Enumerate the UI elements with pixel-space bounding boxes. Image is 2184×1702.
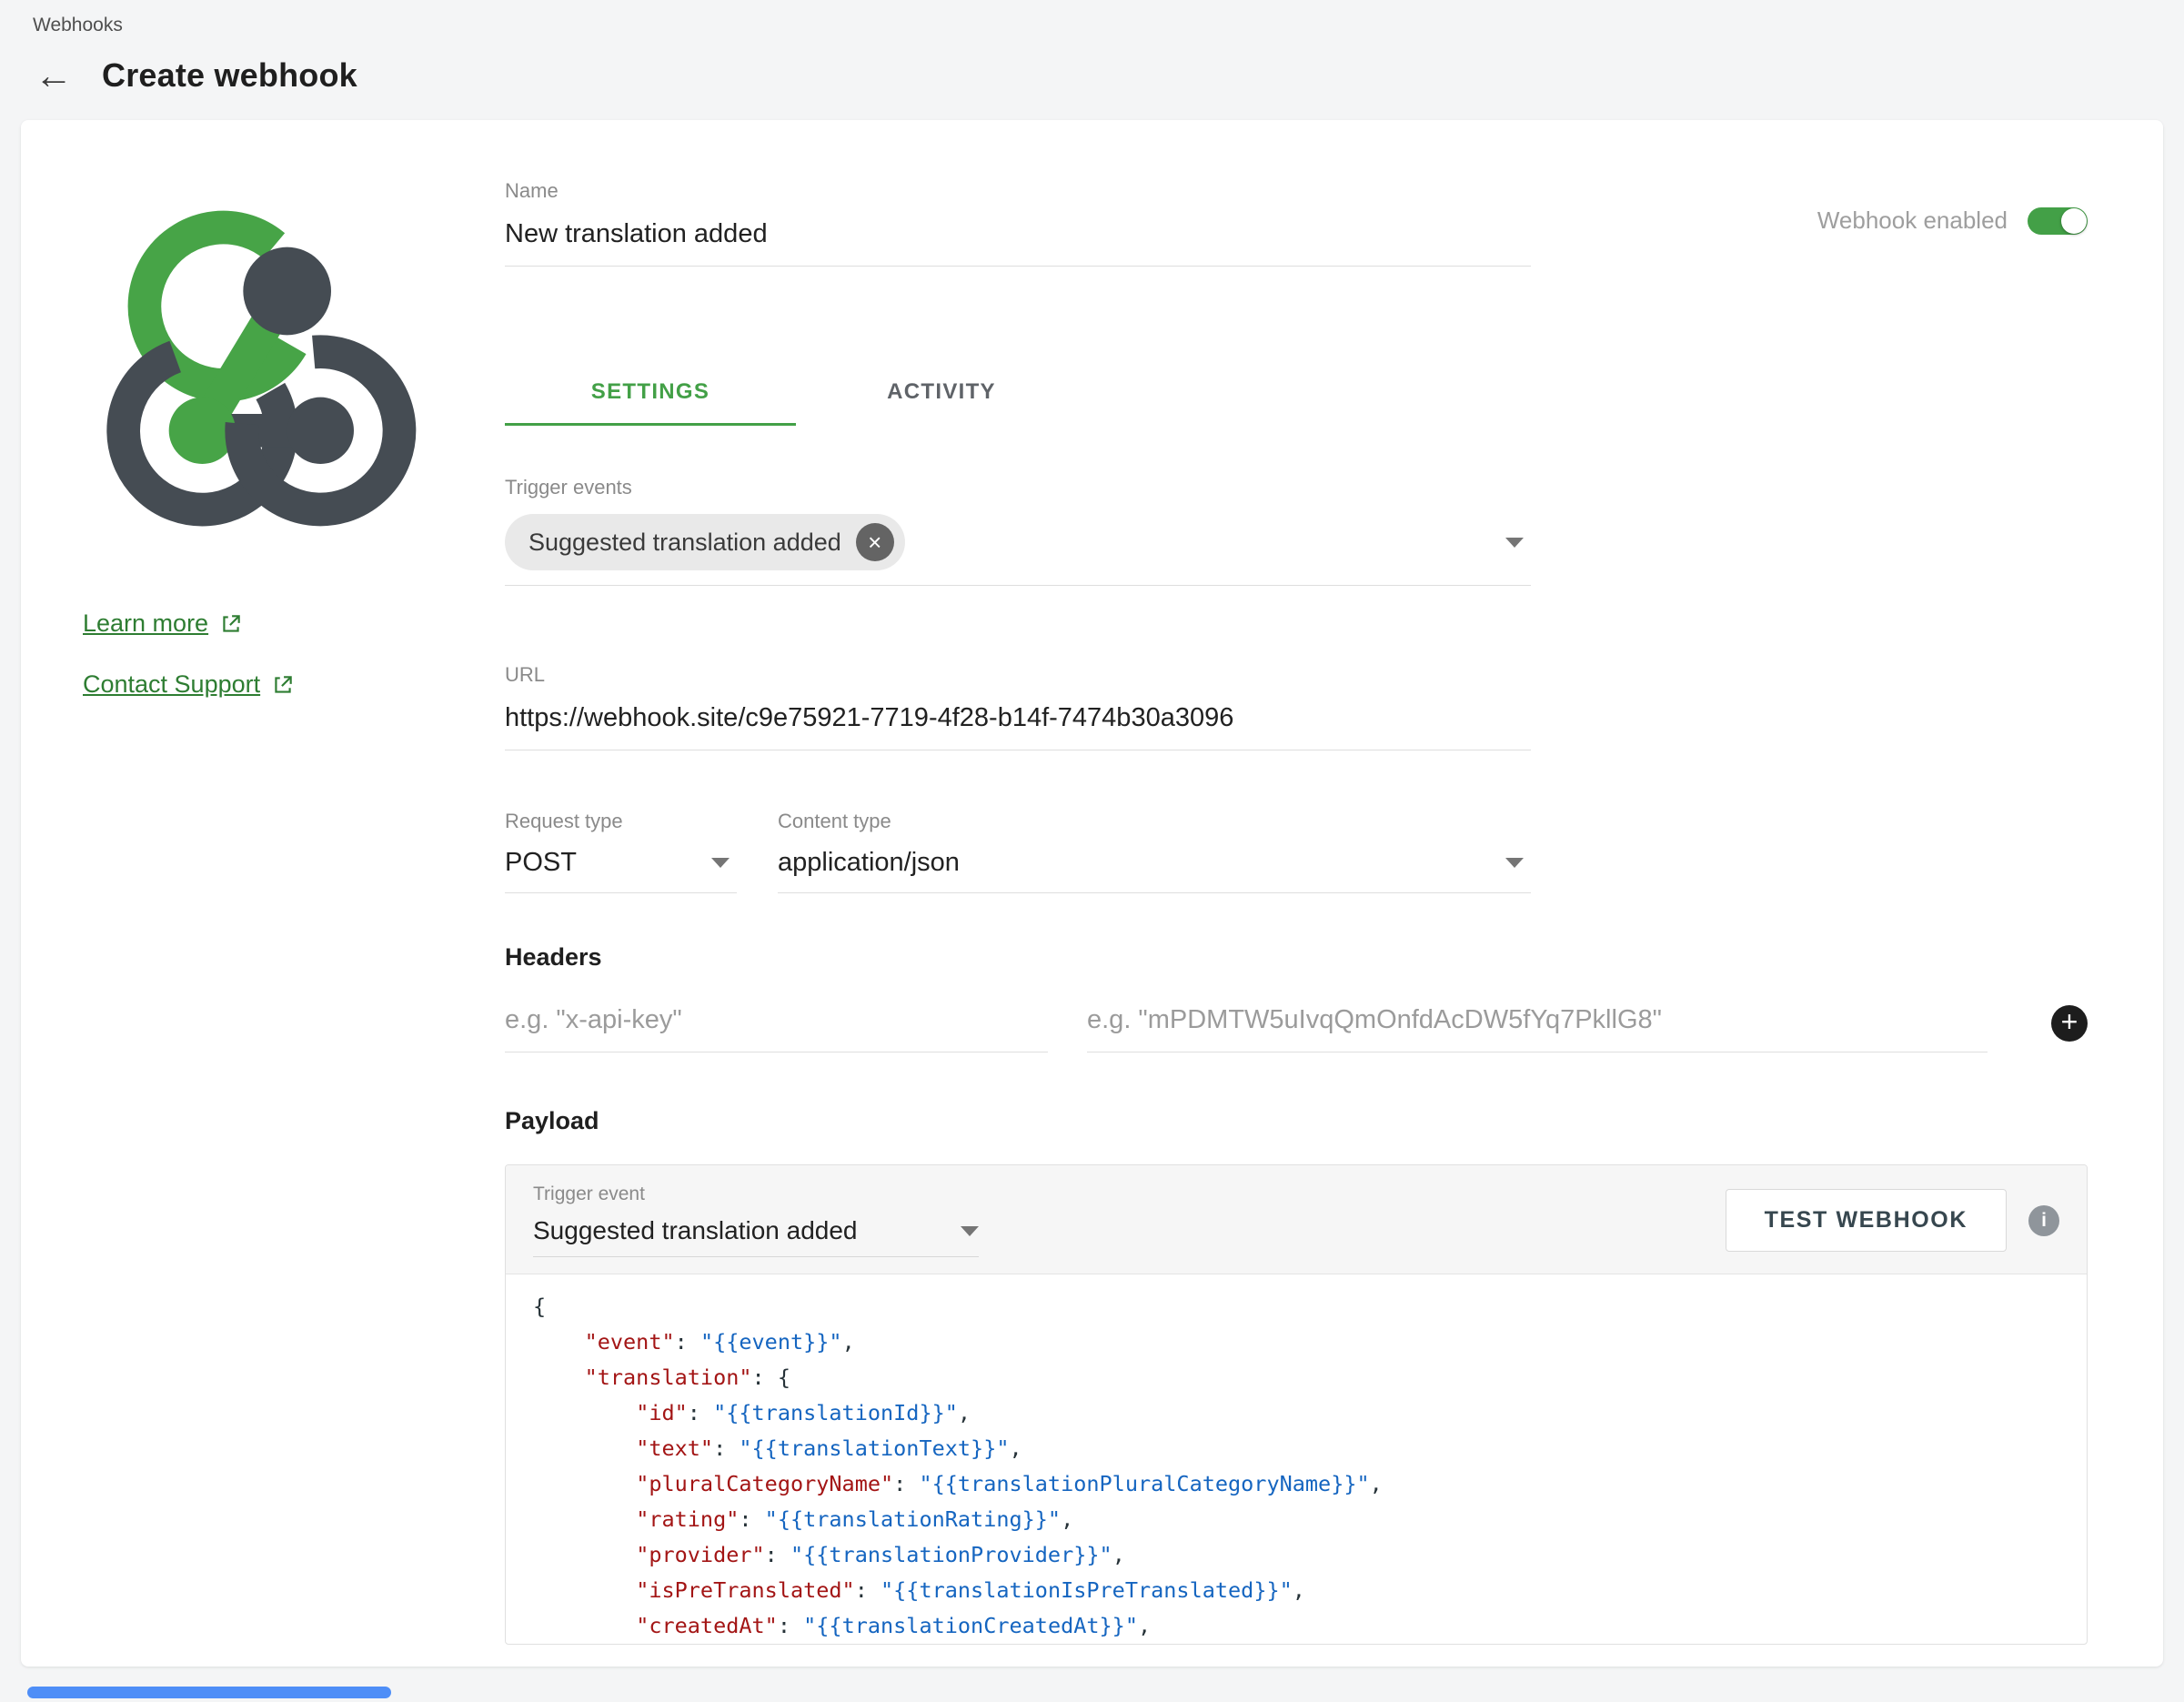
content-type-value: application/json [778, 848, 960, 878]
breadcrumb[interactable]: Webhooks [0, 0, 2184, 36]
toggle-knob [2061, 208, 2087, 234]
payload-panel-header: Trigger event Suggested translation adde… [506, 1165, 2087, 1274]
request-type-value: POST [505, 848, 577, 878]
webhook-logo [81, 191, 445, 555]
url-field: URL [505, 663, 1531, 750]
add-header-button[interactable]: + [2051, 1005, 2088, 1042]
info-glyph: i [2041, 1210, 2047, 1232]
back-arrow-icon: ← [35, 54, 73, 96]
page-header: ← Create webhook [0, 36, 2184, 95]
tabs: SETTINGS ACTIVITY [505, 358, 2088, 426]
request-type-select[interactable]: POST [505, 839, 737, 893]
back-button[interactable]: ← [31, 56, 76, 95]
trigger-events-field: Trigger events Suggested translation add… [505, 476, 1531, 586]
learn-more-link[interactable]: Learn more [83, 609, 243, 638]
plus-icon: + [2061, 1007, 2078, 1036]
info-icon[interactable]: i [2028, 1205, 2059, 1236]
close-icon: × [868, 529, 881, 557]
dropdown-caret-icon [961, 1226, 979, 1236]
page-title: Create webhook [102, 56, 357, 95]
create-webhook-card: Learn more Contact Support Name [21, 120, 2163, 1667]
contact-support-label: Contact Support [83, 670, 260, 699]
content-type-select[interactable]: application/json [778, 839, 1531, 893]
payload-trigger-event-select[interactable]: Suggested translation added [533, 1209, 979, 1257]
name-field: Name [505, 179, 1531, 267]
side-links: Learn more Contact Support [83, 609, 505, 699]
payload-title: Payload [505, 1107, 2088, 1135]
trigger-events-label: Trigger events [505, 476, 1531, 499]
payload-code[interactable]: { "event": "{{event}}", "translation": {… [506, 1274, 2087, 1644]
trigger-events-select[interactable]: Suggested translation added × [505, 505, 1531, 586]
horizontal-scrollbar-thumb[interactable] [27, 1687, 391, 1698]
external-link-icon [219, 612, 243, 636]
request-type-label: Request type [505, 810, 737, 833]
url-label: URL [505, 663, 1531, 687]
webhook-enabled-control: Webhook enabled [1817, 206, 2088, 235]
tab-settings[interactable]: SETTINGS [505, 358, 796, 426]
external-link-icon [271, 673, 295, 697]
headers-row: + [505, 994, 2088, 1052]
webhook-enabled-toggle[interactable] [2028, 207, 2088, 235]
trigger-event-chip: Suggested translation added × [505, 514, 905, 570]
type-row: Request type POST Content type applicati… [505, 810, 2088, 893]
headers-title: Headers [505, 943, 2088, 972]
dropdown-caret-icon [1505, 538, 1524, 548]
learn-more-label: Learn more [83, 609, 208, 638]
tab-activity[interactable]: ACTIVITY [796, 358, 1087, 426]
request-type-field: Request type POST [505, 810, 737, 893]
header-value-input[interactable] [1087, 994, 1988, 1052]
chip-label: Suggested translation added [528, 529, 841, 557]
name-label: Name [505, 179, 1531, 203]
dropdown-caret-icon [711, 858, 730, 868]
webhook-enabled-label: Webhook enabled [1817, 206, 2008, 235]
content-type-field: Content type application/json [778, 810, 1531, 893]
test-webhook-button[interactable]: TEST WEBHOOK [1726, 1189, 2007, 1252]
left-column: Learn more Contact Support [21, 120, 505, 1667]
header-key-input[interactable] [505, 994, 1048, 1052]
payload-trigger-event-value: Suggested translation added [533, 1216, 858, 1245]
payload-trigger-event-field: Trigger event Suggested translation adde… [533, 1183, 979, 1257]
payload-panel: Trigger event Suggested translation adde… [505, 1164, 2088, 1645]
dropdown-caret-icon [1505, 858, 1524, 868]
chip-remove-button[interactable]: × [856, 523, 894, 561]
right-column: Name Webhook enabled SETTINGS ACTIVITY T… [505, 120, 2163, 1667]
payload-trigger-event-label: Trigger event [533, 1183, 979, 1205]
url-input[interactable] [505, 692, 1531, 750]
contact-support-link[interactable]: Contact Support [83, 670, 295, 699]
content-type-label: Content type [778, 810, 1531, 833]
name-input[interactable] [505, 208, 1531, 267]
